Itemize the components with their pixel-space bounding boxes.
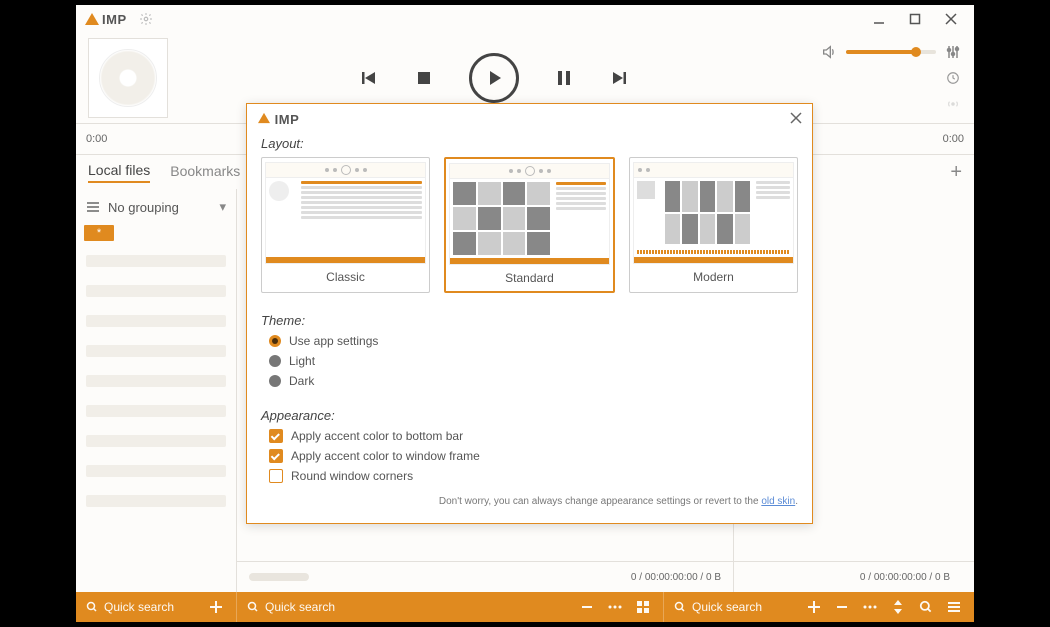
layout-label-standard: Standard <box>505 269 554 287</box>
setup-dialog-overlay: IMP Layout: Classic <box>76 5 974 622</box>
theme-radio-light[interactable]: Light <box>269 354 798 368</box>
setup-dialog: IMP Layout: Classic <box>246 103 813 524</box>
theme-radio-app[interactable]: Use app settings <box>269 334 798 348</box>
layout-section-label: Layout: <box>261 136 798 151</box>
app-window: IMP 0:00 0 <box>76 5 974 622</box>
theme-radio-dark[interactable]: Dark <box>269 374 798 388</box>
check-accent-frame[interactable]: Apply accent color to window frame <box>269 449 798 463</box>
layout-label-classic: Classic <box>326 268 365 286</box>
layout-option-standard[interactable]: Standard <box>444 157 615 293</box>
old-skin-link[interactable]: old skin <box>761 496 795 507</box>
layout-option-modern[interactable]: Modern <box>629 157 798 293</box>
theme-section-label: Theme: <box>261 313 798 328</box>
layout-label-modern: Modern <box>693 268 734 286</box>
check-accent-bottom[interactable]: Apply accent color to bottom bar <box>269 429 798 443</box>
dialog-close-button[interactable] <box>790 112 802 127</box>
dialog-hint: Don't worry, you can always change appea… <box>261 495 798 509</box>
dialog-logo: IMP <box>257 112 299 127</box>
layout-option-classic[interactable]: Classic <box>261 157 430 293</box>
check-round-corners[interactable]: Round window corners <box>269 469 798 483</box>
appearance-section-label: Appearance: <box>261 408 798 423</box>
